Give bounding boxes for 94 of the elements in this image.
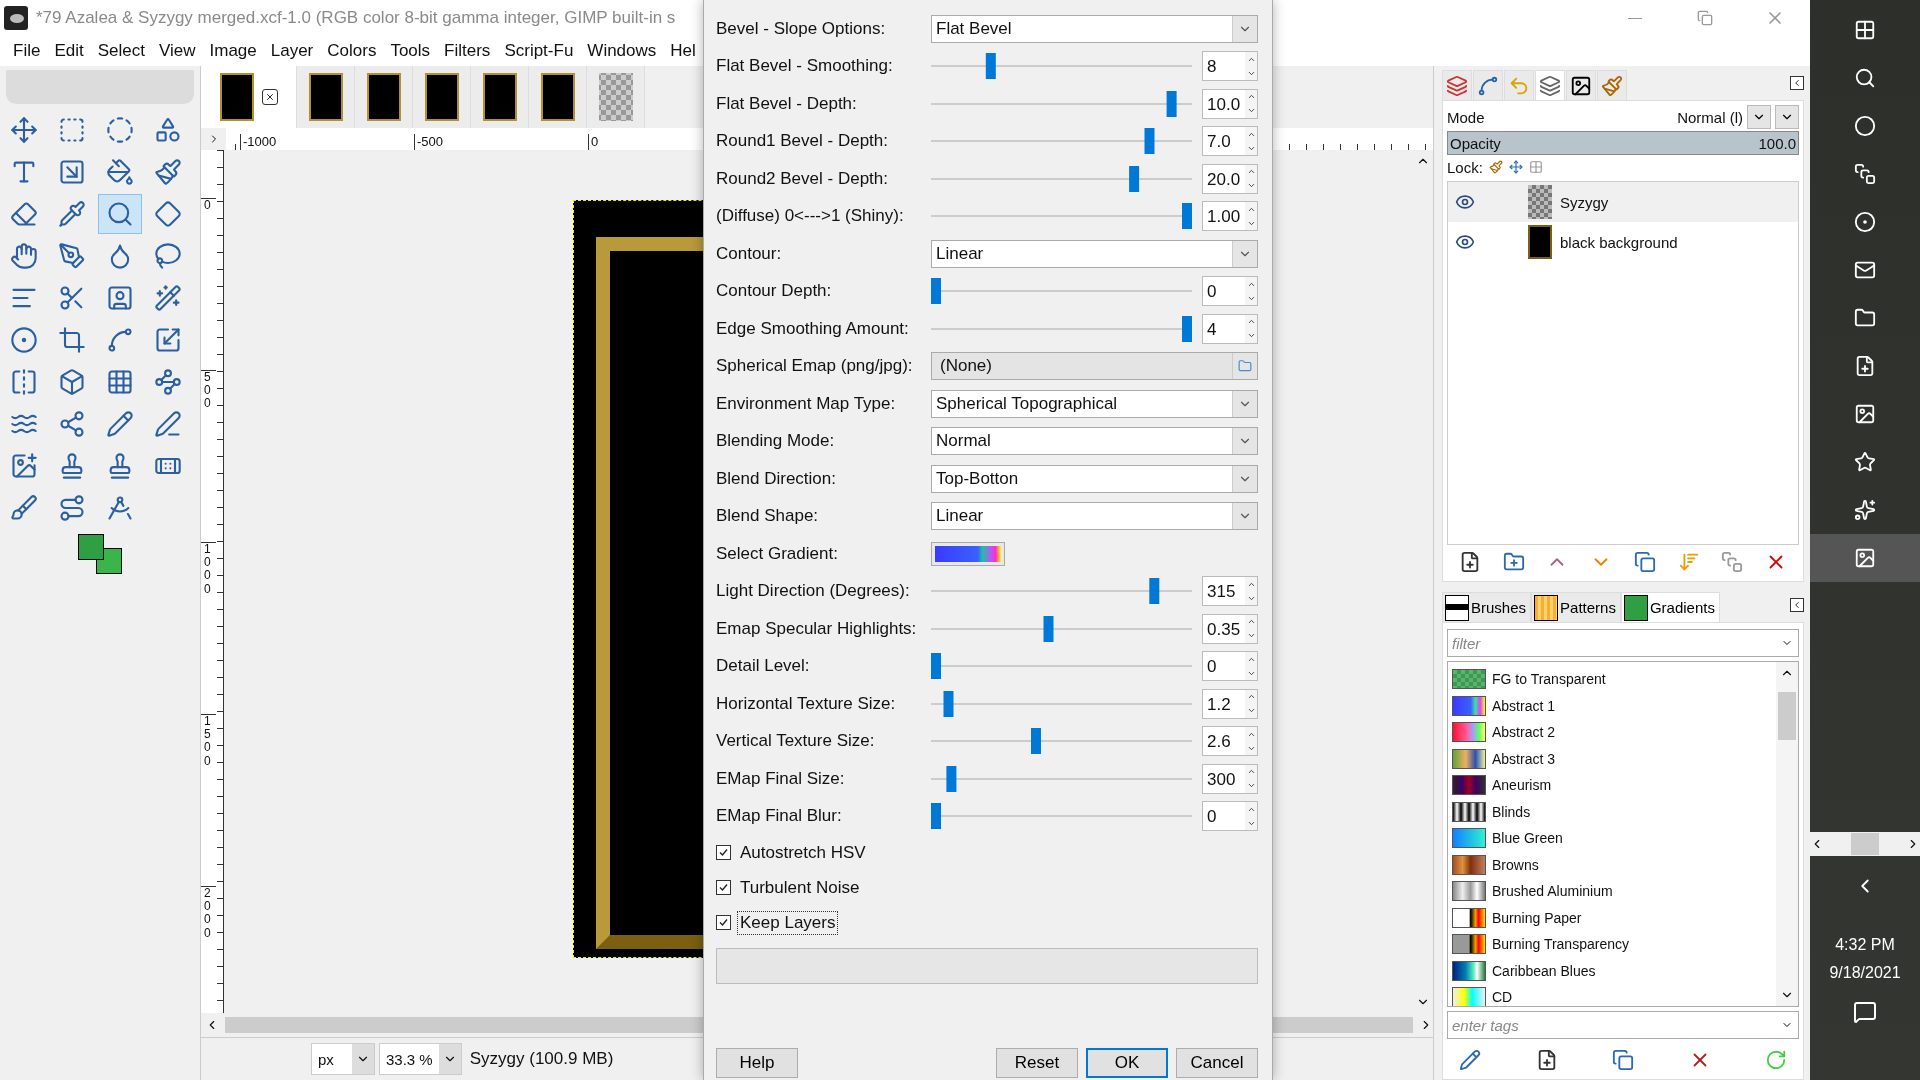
file-chooser[interactable]: (None) (931, 352, 1258, 381)
gradient-item[interactable]: Burning Paper (1448, 904, 1776, 931)
spin-field[interactable]: 20.0 (1202, 163, 1258, 194)
field-label: Blend Direction: (716, 468, 837, 489)
field-label: Environment Map Type: (716, 393, 897, 414)
checkbox-label[interactable]: Autostretch HSV (737, 840, 869, 865)
dialog-button[interactable]: Cancel (1176, 1048, 1258, 1078)
field-label: Emap Specular Highlights: (716, 618, 918, 639)
zoom-dropdown[interactable]: 33.3 % (379, 1043, 462, 1075)
dialog-button[interactable]: OK (1086, 1048, 1168, 1078)
spin-field[interactable]: 1.2 (1202, 688, 1258, 719)
dialog-button[interactable]: Reset (996, 1048, 1078, 1078)
menu-item[interactable]: Hel (663, 39, 703, 63)
spin-field[interactable]: 0 (1202, 801, 1258, 832)
window-title: *79 Azalea & Syzygy merged.xcf-1.0 (RGB color 8-bit gamma integer, GIMP built-in s (36, 8, 676, 28)
field-label: Spherical Emap (png/jpg): (716, 356, 914, 377)
menu-item[interactable]: Select (90, 39, 152, 63)
field-label: Blending Mode: (716, 431, 836, 452)
gradient-item[interactable]: Brushed Aluminium (1448, 878, 1776, 905)
spin-field[interactable]: 4 (1202, 313, 1258, 344)
gradient-item[interactable]: Aneurism (1448, 772, 1776, 799)
menu-item[interactable]: Script-Fu (497, 39, 581, 63)
field-label: Edge Smoothing Amount: (716, 318, 910, 339)
menu-item[interactable]: Windows (580, 39, 664, 63)
field-label: Blend Shape: (716, 506, 820, 527)
gradient-item[interactable]: Blue Green (1448, 825, 1776, 852)
field-label: Flat Bevel - Depth: (716, 93, 858, 114)
menu-item[interactable]: Image (202, 39, 264, 63)
status-text: Syzygy (100.9 MB) (468, 1049, 614, 1069)
field-label: EMap Final Size: (716, 768, 846, 789)
menu-item[interactable]: Colors (320, 39, 384, 63)
field-label: (Diffuse) 0<--->1 (Shiny): (716, 206, 905, 227)
spin-field[interactable]: 8 (1202, 51, 1258, 82)
clock-time: 4:32 PM (1835, 936, 1895, 954)
spin-field[interactable]: 315 (1202, 576, 1258, 607)
field-label: Bevel - Slope Options: (716, 18, 887, 39)
spin-field[interactable]: 1.00 (1202, 201, 1258, 232)
field-label: Round2 Bevel - Depth: (716, 168, 889, 189)
ruler-label: 0 (201, 198, 216, 370)
field-label: Flat Bevel - Smoothing: (716, 56, 894, 77)
gradient-item[interactable]: Caribbean Blues (1448, 957, 1776, 984)
checkbox-label[interactable]: Keep Layers (737, 910, 839, 935)
menu-item[interactable]: View (151, 39, 203, 63)
menu-item[interactable]: Tools (383, 39, 438, 63)
gradient-item[interactable]: CD (1448, 984, 1776, 1006)
field-label: Horizontal Texture Size: (716, 693, 897, 714)
field-label: Contour: (716, 243, 783, 264)
field-label: EMap Final Blur: (716, 806, 843, 827)
gradient-item[interactable]: Abstract 2 (1448, 719, 1776, 746)
ruler-label: 500 (201, 370, 216, 542)
menu-item[interactable]: Filters (437, 39, 498, 63)
spin-field[interactable]: 300 (1202, 763, 1258, 794)
dropdown[interactable]: Spherical Topographical (931, 389, 1258, 418)
field-label: Detail Level: (716, 656, 811, 677)
resource-tab[interactable]: Patterns (1531, 592, 1621, 622)
dropdown[interactable]: Top-Botton (931, 464, 1258, 493)
mode-value[interactable]: Normal (l) (1677, 108, 1743, 126)
unit-dropdown[interactable]: px (311, 1043, 375, 1075)
spin-field[interactable]: 0 (1202, 276, 1258, 307)
checkbox-label[interactable]: Turbulent Noise (737, 875, 863, 900)
dialog-button[interactable]: Help (716, 1048, 798, 1078)
filter-field[interactable]: filter (1447, 629, 1799, 657)
field-label: Light Direction (Degrees): (716, 581, 911, 602)
resource-tab[interactable]: Brushes (1442, 592, 1532, 622)
gradient-item[interactable]: FG to Transparent (1448, 666, 1776, 693)
lock-label: Lock: (1447, 158, 1483, 176)
gradient-item[interactable]: Blinds (1448, 798, 1776, 825)
dropdown[interactable]: Linear (931, 239, 1258, 268)
menu-item[interactable]: File (6, 39, 48, 63)
gradient-item[interactable]: Browns (1448, 851, 1776, 878)
menu-item[interactable]: Edit (47, 39, 91, 63)
spin-field[interactable]: 10.0 (1202, 88, 1258, 119)
gradient-item[interactable]: Abstract 3 (1448, 745, 1776, 772)
layer-row[interactable]: Syzygy (1448, 182, 1798, 222)
gradient-item[interactable]: Burning Transparency (1448, 931, 1776, 958)
spin-field[interactable]: 7.0 (1202, 126, 1258, 157)
mode-label: Mode (1447, 108, 1485, 126)
field-label: Vertical Texture Size: (716, 731, 876, 752)
clock-date: 9/18/2021 (1829, 964, 1901, 982)
ruler-label: 1500 (201, 714, 216, 886)
dropdown[interactable]: Flat Bevel (931, 14, 1258, 43)
ruler-label: 1000 (201, 542, 216, 714)
tags-field[interactable]: enter tags (1447, 1011, 1799, 1039)
gradient-item[interactable]: Abstract 1 (1448, 692, 1776, 719)
resource-tab[interactable]: Gradients (1620, 592, 1720, 622)
spin-field[interactable]: 0 (1202, 651, 1258, 682)
dropdown[interactable]: Normal (931, 427, 1258, 456)
spin-field[interactable]: 2.6 (1202, 726, 1258, 757)
dropdown[interactable]: Linear (931, 502, 1258, 531)
menu-item[interactable]: Layer (263, 39, 321, 63)
field-label: Select Gradient: (716, 543, 839, 564)
opacity-slider[interactable]: Opacity 100.0 (1447, 131, 1799, 155)
field-label: Contour Depth: (716, 281, 833, 302)
spin-field[interactable]: 0.35 (1202, 613, 1258, 644)
